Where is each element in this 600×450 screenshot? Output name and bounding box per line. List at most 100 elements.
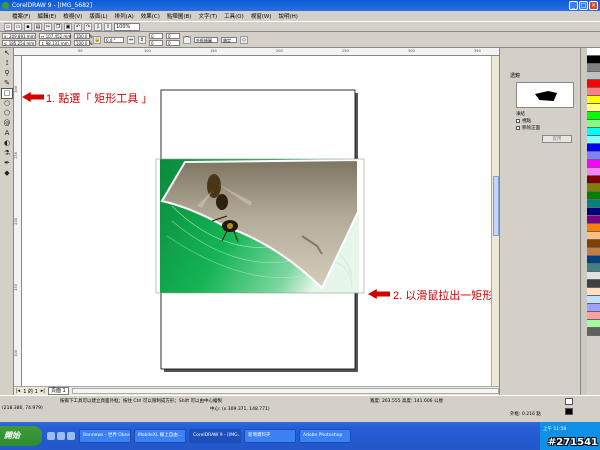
import-icon[interactable]: ⇩ xyxy=(94,22,102,31)
palette-swatch[interactable] xyxy=(587,304,600,312)
cut-icon[interactable]: ✂ xyxy=(44,22,52,31)
minimize-button[interactable]: _ xyxy=(569,1,578,10)
palette-swatch[interactable] xyxy=(587,72,600,80)
text-tool-icon[interactable]: A xyxy=(2,129,12,138)
palette-swatch[interactable] xyxy=(587,296,600,304)
palette-swatch[interactable] xyxy=(587,232,600,240)
horizontal-scrollbar[interactable] xyxy=(71,388,499,394)
close-button[interactable]: × xyxy=(589,1,598,10)
taskbar-item-folder[interactable]: 新增資料夾 xyxy=(244,429,296,443)
round-corners-together-icon[interactable]: ⌒ xyxy=(183,35,191,44)
new-icon[interactable]: ▫ xyxy=(4,22,12,31)
palette-swatch[interactable] xyxy=(587,120,600,128)
palette-swatch[interactable] xyxy=(587,96,600,104)
palette-swatch[interactable] xyxy=(587,256,600,264)
corner-roundness-3-field[interactable]: 0 xyxy=(166,33,180,39)
palette-swatch[interactable] xyxy=(587,80,600,88)
next-page-icon[interactable]: ▸| xyxy=(41,388,45,394)
wrap-outline-field[interactable]: 外框繞圖 xyxy=(194,36,218,43)
palette-swatch[interactable] xyxy=(587,312,600,320)
first-page-icon[interactable]: |◂ xyxy=(16,388,20,394)
menu-file[interactable]: 檔案(F) xyxy=(12,12,30,20)
to-curves-icon[interactable]: ◇ xyxy=(240,35,248,44)
lock-ratio-icon[interactable]: 🔒 xyxy=(93,35,101,44)
paste-icon[interactable]: ▣ xyxy=(64,22,72,31)
palette-swatch[interactable] xyxy=(587,272,600,280)
polygon-tool-icon[interactable]: ⬠ xyxy=(2,109,12,118)
menu-window[interactable]: 視窗(W) xyxy=(251,12,272,20)
palette-swatch[interactable] xyxy=(587,280,600,288)
menu-help[interactable]: 說明(H) xyxy=(278,12,297,20)
zoom-tool-icon[interactable]: ⚲ xyxy=(2,69,12,78)
option-remove-face[interactable]: 移除正面 xyxy=(516,125,540,131)
menu-edit[interactable]: 編輯(E) xyxy=(37,12,56,20)
start-button[interactable]: 開始 xyxy=(0,426,42,446)
palette-swatch[interactable] xyxy=(587,328,600,336)
y-position-field[interactable]: y: 185.254 mm xyxy=(2,40,36,46)
print-icon[interactable]: ▤ xyxy=(34,22,42,31)
docker-tabs[interactable] xyxy=(580,48,587,395)
palette-swatch[interactable] xyxy=(587,240,600,248)
palette-swatch[interactable] xyxy=(587,104,600,112)
palette-swatch[interactable] xyxy=(587,192,600,200)
freehand-tool-icon[interactable]: ✎ xyxy=(2,79,12,88)
palette-swatch[interactable] xyxy=(587,224,600,232)
export-icon[interactable]: ⇧ xyxy=(104,22,112,31)
maximize-button[interactable]: □ xyxy=(579,1,588,10)
palette-swatch[interactable] xyxy=(587,144,600,152)
ellipse-tool-icon[interactable]: ○ xyxy=(2,99,12,108)
lock-field[interactable]: 鎖定 xyxy=(221,36,237,43)
pick-tool-icon[interactable]: ↖ xyxy=(2,49,12,58)
apply-button[interactable]: 套用 xyxy=(542,135,572,143)
quicklaunch-desktop-icon[interactable] xyxy=(57,432,65,440)
palette-swatch[interactable] xyxy=(587,112,600,120)
corner-roundness-4-field[interactable]: 0 xyxy=(166,40,180,46)
menu-tools[interactable]: 工具(O) xyxy=(224,12,244,20)
corner-roundness-2-field[interactable]: 0 xyxy=(149,40,163,46)
taskbar-item-coreldraw[interactable]: CorelDRAW 9 - [IMG... xyxy=(189,429,241,443)
palette-swatch[interactable] xyxy=(587,184,600,192)
quicklaunch-media-icon[interactable] xyxy=(67,432,75,440)
menu-view[interactable]: 檢視(V) xyxy=(63,12,82,20)
palette-swatch[interactable] xyxy=(587,128,600,136)
menu-effects[interactable]: 效果(C) xyxy=(141,12,160,20)
menu-bitmaps[interactable]: 點陣圖(B) xyxy=(167,12,192,20)
rotation-angle-field[interactable]: 0.0 ° xyxy=(104,36,124,43)
palette-swatch[interactable] xyxy=(587,208,600,216)
corner-roundness-1-field[interactable]: 0 xyxy=(149,33,163,39)
rectangle-tool-icon[interactable]: □ xyxy=(1,88,13,99)
zoom-combo[interactable]: 100% xyxy=(114,22,140,31)
option-viewpoint[interactable]: 視點 xyxy=(516,118,531,124)
copy-icon[interactable]: ❐ xyxy=(54,22,62,31)
palette-swatch[interactable] xyxy=(587,168,600,176)
taskbar-item-photoshop[interactable]: Adobe Photoshop xyxy=(299,429,351,443)
vertical-ruler[interactable]: 300 250 200 150 100 xyxy=(14,56,22,386)
taskbar-item-browser[interactable]: Bonnews - 世界 Okeaa... xyxy=(79,429,131,443)
width-field[interactable]: ↔ 107.452 mm xyxy=(39,33,71,39)
fill-tool-icon[interactable]: ◆ xyxy=(2,169,12,178)
palette-swatch[interactable] xyxy=(587,288,600,296)
mirror-vertical-icon[interactable]: ⇕ xyxy=(138,35,146,44)
viewpoint-checkbox[interactable] xyxy=(516,119,520,123)
palette-swatch[interactable] xyxy=(587,248,600,256)
taskbar-item-mobile[interactable]: MobileXL 線上自由... xyxy=(134,429,186,443)
scale-x-field[interactable]: 100.0 % xyxy=(74,33,93,39)
menu-layout[interactable]: 版面(L) xyxy=(89,12,107,20)
palette-swatch[interactable] xyxy=(587,200,600,208)
palette-swatch[interactable] xyxy=(587,160,600,168)
redo-icon[interactable]: ↷ xyxy=(84,22,92,31)
palette-swatch[interactable] xyxy=(587,176,600,184)
horizontal-ruler[interactable]: 50 100 150 200 250 300 350 xyxy=(14,48,499,56)
spiral-tool-icon[interactable]: @ xyxy=(2,119,12,128)
mirror-horizontal-icon[interactable]: ⇔ xyxy=(127,35,135,44)
palette-swatch[interactable] xyxy=(587,320,600,328)
interactive-fill-icon[interactable]: ◐ xyxy=(2,139,12,148)
x-position-field[interactable]: x: 209.891 mm xyxy=(2,33,36,39)
palette-swatch[interactable] xyxy=(587,216,600,224)
outline-tool-icon[interactable]: ✒ xyxy=(2,159,12,168)
save-icon[interactable]: ▪ xyxy=(24,22,32,31)
remove-face-checkbox[interactable] xyxy=(516,126,520,130)
shape-tool-icon[interactable]: ⟟ xyxy=(2,59,12,68)
scale-y-field[interactable]: 100.0 % xyxy=(74,40,93,46)
vertical-scrollbar[interactable] xyxy=(491,56,499,386)
